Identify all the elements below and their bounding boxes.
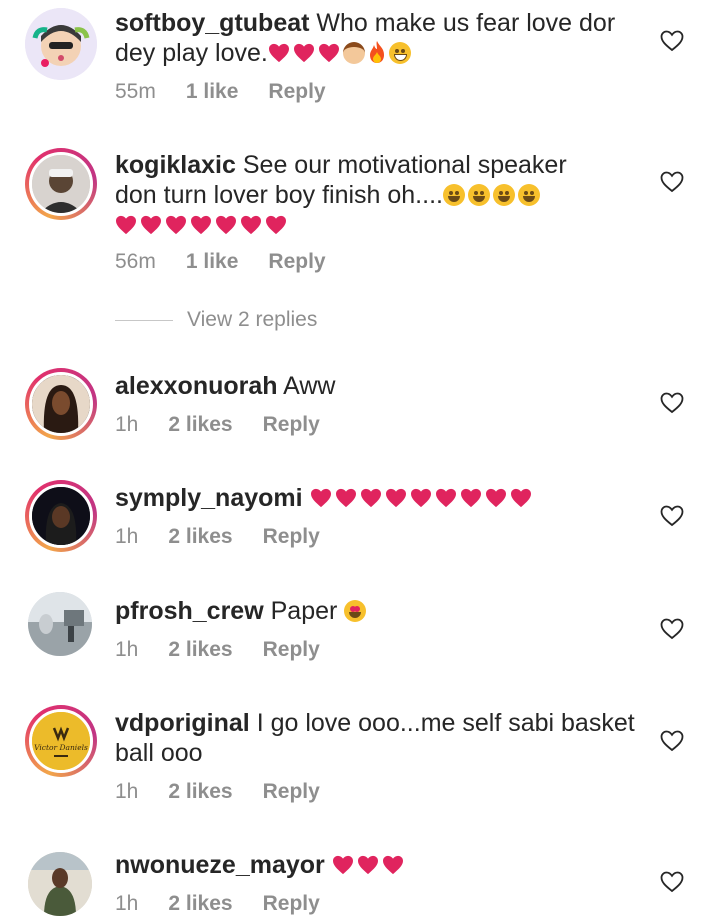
- comment-time: 1h: [115, 525, 139, 548]
- comment-time: 1h: [115, 638, 139, 661]
- red-heart-emoji-icon: [240, 215, 262, 235]
- reply-button[interactable]: Reply: [268, 80, 325, 103]
- avatar[interactable]: [25, 148, 97, 220]
- username[interactable]: vdporiginal: [115, 709, 250, 737]
- username[interactable]: symply_nayomi: [115, 484, 303, 512]
- comment-text: symply_nayomi: [115, 483, 635, 513]
- likes-count[interactable]: 2 likes: [168, 525, 232, 548]
- red-heart-emoji-icon: [332, 855, 354, 875]
- divider-line: [115, 319, 173, 321]
- comment-text: kogiklaxic See our motivational speaker …: [115, 150, 635, 240]
- laughing-emoji-icon: [517, 184, 540, 206]
- username[interactable]: pfrosh_crew: [115, 597, 264, 625]
- comment-meta: 1h 2 likes Reply: [115, 638, 350, 662]
- reply-button[interactable]: Reply: [268, 250, 325, 273]
- username[interactable]: alexxonuorah: [115, 372, 278, 400]
- like-heart-icon[interactable]: [660, 505, 684, 527]
- comment-time: 1h: [115, 892, 139, 915]
- red-heart-emoji-icon: [268, 43, 290, 63]
- like-heart-icon[interactable]: [660, 171, 684, 193]
- heart-eyes-emoji-icon: [344, 600, 367, 622]
- red-heart-emoji-icon: [335, 488, 357, 508]
- avatar[interactable]: [28, 852, 92, 916]
- reply-button[interactable]: Reply: [263, 780, 320, 803]
- comment-time: 1h: [115, 413, 139, 436]
- red-heart-emoji-icon: [510, 488, 532, 508]
- avatar[interactable]: [25, 8, 97, 80]
- reply-button[interactable]: Reply: [263, 413, 320, 436]
- comment-time: 1h: [115, 780, 139, 803]
- red-heart-emoji-icon: [293, 43, 315, 63]
- red-heart-emoji-icon: [165, 215, 187, 235]
- red-heart-emoji-icon: [215, 215, 237, 235]
- red-heart-emoji-icon: [410, 488, 432, 508]
- avatar[interactable]: [25, 368, 97, 440]
- username[interactable]: kogiklaxic: [115, 151, 236, 179]
- like-heart-icon[interactable]: [660, 730, 684, 752]
- red-heart-emoji-icon: [357, 855, 379, 875]
- likes-count[interactable]: 2 likes: [168, 413, 232, 436]
- red-heart-emoji-icon: [382, 855, 404, 875]
- like-heart-icon[interactable]: [660, 392, 684, 414]
- red-heart-emoji-icon: [310, 488, 332, 508]
- username[interactable]: softboy_gtubeat: [115, 9, 309, 37]
- comment-meta: 55m 1 like Reply: [115, 80, 356, 104]
- red-heart-emoji-icon: [485, 488, 507, 508]
- svg-text:Victor Daniels: Victor Daniels: [34, 743, 88, 752]
- fire-emoji-icon: [368, 40, 386, 64]
- comment-time: 56m: [115, 250, 156, 273]
- likes-count[interactable]: 2 likes: [168, 780, 232, 803]
- comment-meta: 1h 2 likes Reply: [115, 413, 350, 437]
- reply-button[interactable]: Reply: [263, 638, 320, 661]
- like-heart-icon[interactable]: [660, 871, 684, 893]
- reply-button[interactable]: Reply: [263, 525, 320, 548]
- laughing-emoji-icon: [442, 184, 465, 206]
- red-heart-emoji-icon: [190, 215, 212, 235]
- reply-button[interactable]: Reply: [263, 892, 320, 915]
- like-heart-icon[interactable]: [660, 30, 684, 52]
- brand-logo: Victor Daniels: [32, 712, 90, 770]
- username[interactable]: nwonueze_mayor: [115, 851, 325, 879]
- comment-meta: 1h 2 likes Reply: [115, 780, 350, 804]
- red-heart-emoji-icon: [385, 488, 407, 508]
- comment-text: softboy_gtubeat Who make us fear love do…: [115, 9, 616, 67]
- red-heart-emoji-icon: [115, 215, 137, 235]
- red-heart-emoji-icon: [318, 43, 340, 63]
- person-emoji-icon: [342, 42, 365, 64]
- likes-count[interactable]: 2 likes: [168, 892, 232, 915]
- likes-count[interactable]: 1 like: [186, 250, 239, 273]
- avatar[interactable]: [25, 480, 97, 552]
- red-heart-emoji-icon: [460, 488, 482, 508]
- likes-count[interactable]: 1 like: [186, 80, 239, 103]
- comment-time: 55m: [115, 80, 156, 103]
- laughing-emoji-icon: [467, 184, 490, 206]
- red-heart-emoji-icon: [435, 488, 457, 508]
- pleading-face-emoji-icon: [388, 42, 411, 64]
- comment-meta: 1h 2 likes Reply: [115, 525, 350, 549]
- comment-text: nwonueze_mayor: [115, 850, 635, 880]
- comment-meta: 1h 2 likes Reply: [115, 892, 350, 916]
- avatar[interactable]: [28, 592, 92, 656]
- comment-text: alexxonuorah Aww: [115, 372, 336, 400]
- red-heart-emoji-icon: [360, 488, 382, 508]
- like-heart-icon[interactable]: [660, 618, 684, 640]
- red-heart-emoji-icon: [140, 215, 162, 235]
- red-heart-emoji-icon: [265, 215, 287, 235]
- comment-text: vdporiginal I go love ooo...me self sabi…: [115, 709, 635, 767]
- comment-text: pfrosh_crew Paper: [115, 596, 635, 626]
- avatar[interactable]: Victor Daniels: [25, 705, 97, 777]
- laughing-emoji-icon: [492, 184, 515, 206]
- likes-count[interactable]: 2 likes: [168, 638, 232, 661]
- comment-meta: 56m 1 like Reply: [115, 250, 356, 274]
- view-replies-link[interactable]: View 2 replies: [115, 308, 317, 332]
